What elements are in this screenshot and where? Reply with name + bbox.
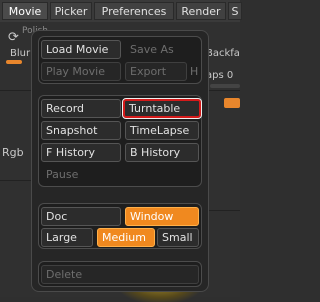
- backface-label: Backfa: [206, 48, 240, 59]
- play-movie-button[interactable]: Play Movie: [41, 62, 121, 81]
- f-history-button[interactable]: F History: [41, 143, 121, 162]
- divider: [209, 90, 240, 91]
- tab-preferences[interactable]: Preferences: [94, 2, 174, 20]
- medium-button[interactable]: Medium: [97, 228, 155, 247]
- snapshot-button[interactable]: Snapshot: [41, 121, 121, 140]
- divider: [209, 210, 240, 211]
- divider: [0, 90, 31, 91]
- load-movie-button[interactable]: Load Movie: [41, 40, 121, 59]
- timelapse-button[interactable]: TimeLapse: [125, 121, 199, 140]
- refresh-icon[interactable]: ⟳: [8, 30, 19, 45]
- save-as-button[interactable]: Save As: [125, 40, 199, 59]
- caps-label: aps 0: [206, 70, 234, 81]
- menu-bar: Movie Picker Preferences Render S: [0, 0, 242, 23]
- large-button[interactable]: Large: [41, 228, 93, 247]
- window-button[interactable]: Window: [125, 207, 199, 226]
- record-button[interactable]: Record: [41, 99, 121, 118]
- doc-button[interactable]: Doc: [41, 207, 121, 226]
- delete-group: Delete: [38, 261, 202, 287]
- pause-button[interactable]: Pause: [41, 165, 121, 184]
- movie-menu-popup: Load Movie Save As Play Movie Export H R…: [31, 30, 209, 292]
- size-group: Doc Window Large Medium Small: [38, 203, 202, 249]
- blur-label: Blur: [10, 48, 31, 59]
- caps-slider[interactable]: [210, 84, 240, 88]
- divider: [0, 180, 31, 181]
- color-swatch[interactable]: [224, 98, 240, 108]
- tab-s[interactable]: S: [228, 2, 242, 20]
- turntable-button[interactable]: Turntable: [122, 98, 202, 119]
- export-button[interactable]: Export: [125, 62, 187, 81]
- tab-picker[interactable]: Picker: [50, 2, 92, 20]
- blur-slider-fill[interactable]: [6, 60, 22, 64]
- small-button[interactable]: Small: [157, 228, 199, 247]
- tab-movie[interactable]: Movie: [2, 2, 48, 20]
- rgb-label: Rgb: [2, 146, 24, 159]
- export-hotkey: H: [190, 65, 199, 78]
- tab-render[interactable]: Render: [176, 2, 226, 20]
- b-history-button[interactable]: B History: [125, 143, 199, 162]
- delete-button[interactable]: Delete: [41, 265, 199, 284]
- record-group: Record Turntable Snapshot TimeLapse F Hi…: [38, 95, 202, 187]
- movie-file-group: Load Movie Save As Play Movie Export H: [38, 36, 202, 84]
